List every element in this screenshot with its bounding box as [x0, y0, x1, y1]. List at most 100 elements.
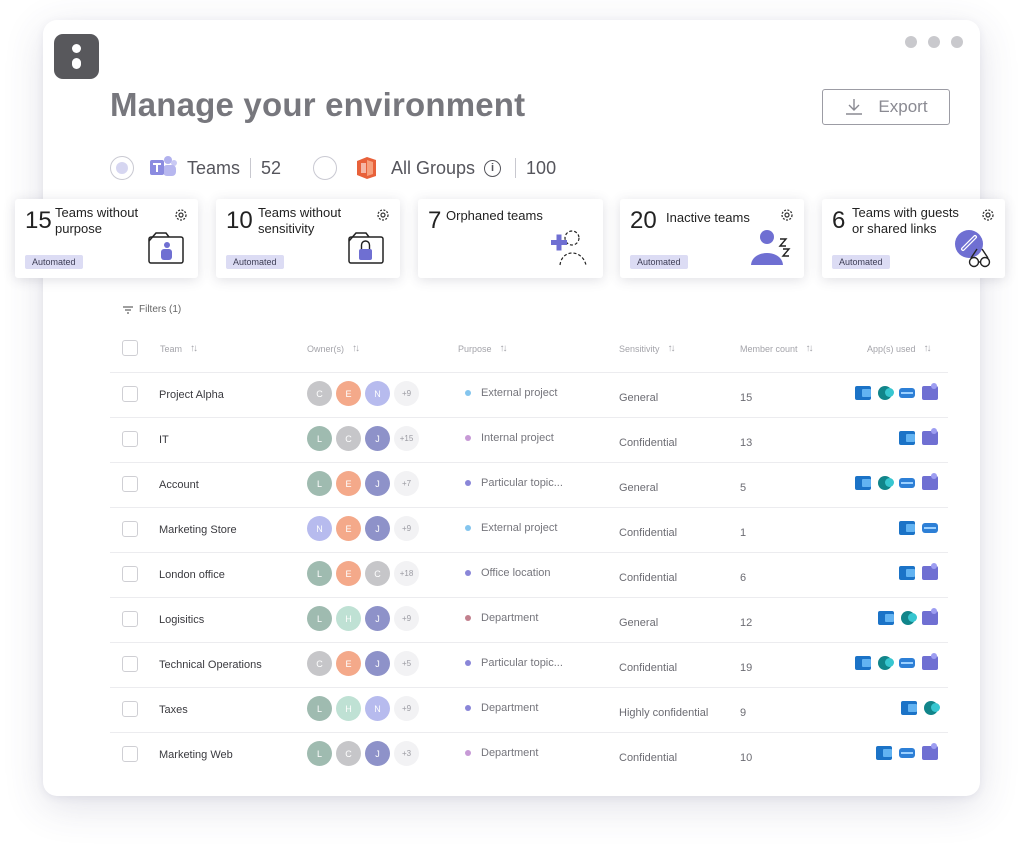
outlook-icon[interactable] — [855, 476, 871, 490]
owner-avatars[interactable]: L C J +3 — [307, 741, 423, 766]
avatar[interactable]: L — [307, 696, 332, 721]
table-row[interactable]: Logisitics L H J +9 Department General 12 — [110, 597, 948, 642]
outlook-icon[interactable] — [901, 701, 917, 715]
team-name[interactable]: Logisitics — [159, 614, 204, 626]
exchange-icon[interactable] — [899, 388, 915, 398]
more-owners-badge[interactable]: +7 — [394, 471, 419, 496]
avatar[interactable]: L — [307, 606, 332, 631]
avatar[interactable]: C — [336, 741, 361, 766]
sort-icon[interactable]: ↑↓ — [190, 343, 198, 354]
column-member-count[interactable]: Member count ↑↓ — [740, 343, 814, 354]
column-owners[interactable]: Owner(s) ↑↓ — [307, 343, 360, 354]
row-checkbox[interactable] — [122, 566, 138, 582]
avatar[interactable]: J — [365, 741, 390, 766]
window-controls[interactable] — [905, 36, 963, 48]
row-checkbox[interactable] — [122, 431, 138, 447]
gear-icon[interactable] — [981, 208, 995, 222]
card-inactive-teams[interactable]: 20 Inactive teams Automated — [620, 199, 804, 278]
row-checkbox[interactable] — [122, 476, 138, 492]
scope-teams[interactable]: Teams 52 — [110, 154, 281, 182]
avatar[interactable]: J — [365, 471, 390, 496]
sort-icon[interactable]: ↑↓ — [352, 343, 360, 354]
sort-icon[interactable]: ↑↓ — [668, 343, 676, 354]
column-sensitivity[interactable]: Sensitivity ↑↓ — [619, 343, 676, 354]
table-row[interactable]: Marketing Web L C J +3 Department Confidential… — [110, 732, 948, 777]
team-name[interactable]: Project Alpha — [159, 389, 224, 401]
avatar[interactable]: E — [336, 516, 361, 541]
outlook-icon[interactable] — [855, 386, 871, 400]
table-row[interactable]: Project Alpha C E N +9 External project Genera… — [110, 372, 948, 417]
sharepoint-icon[interactable] — [924, 701, 940, 715]
team-name[interactable]: Technical Operations — [159, 659, 262, 671]
teams-icon[interactable] — [922, 608, 938, 625]
gear-icon[interactable] — [174, 208, 188, 222]
avatar[interactable]: N — [365, 381, 390, 406]
card-orphaned-teams[interactable]: 7 Orphaned teams — [418, 199, 603, 278]
table-row[interactable]: Technical Operations C E J +5 Particular topi… — [110, 642, 948, 687]
more-owners-badge[interactable]: +18 — [394, 561, 419, 586]
avatar[interactable]: C — [336, 426, 361, 451]
outlook-icon[interactable] — [899, 431, 915, 445]
more-owners-badge[interactable]: +3 — [394, 741, 419, 766]
teams-icon[interactable] — [922, 653, 938, 670]
team-name[interactable]: London office — [159, 569, 225, 581]
avatar[interactable]: H — [336, 606, 361, 631]
team-name[interactable]: Taxes — [159, 704, 188, 716]
scope-all-groups[interactable]: All Groups i 100 — [313, 154, 556, 182]
gear-icon[interactable] — [376, 208, 390, 222]
avatar[interactable]: J — [365, 651, 390, 676]
owner-avatars[interactable]: N E J +9 — [307, 516, 423, 541]
outlook-icon[interactable] — [855, 656, 871, 670]
sharepoint-icon[interactable] — [901, 611, 917, 625]
table-row[interactable]: Marketing Store N E J +9 External project Conf… — [110, 507, 948, 552]
column-apps-used[interactable]: App(s) used ↑↓ — [867, 343, 932, 354]
outlook-icon[interactable] — [899, 521, 915, 535]
more-owners-badge[interactable]: +5 — [394, 651, 419, 676]
team-name[interactable]: Marketing Web — [159, 749, 233, 761]
owner-avatars[interactable]: L C J +15 — [307, 426, 423, 451]
avatar[interactable]: E — [336, 381, 361, 406]
teams-icon[interactable] — [922, 743, 938, 760]
info-icon[interactable]: i — [484, 159, 502, 177]
row-checkbox[interactable] — [122, 746, 138, 762]
avatar[interactable]: E — [336, 651, 361, 676]
more-owners-badge[interactable]: +9 — [394, 696, 419, 721]
sort-icon[interactable]: ↑↓ — [806, 343, 814, 354]
sharepoint-icon[interactable] — [878, 656, 894, 670]
team-name[interactable]: Account — [159, 479, 199, 491]
sort-icon[interactable]: ↑↓ — [924, 343, 932, 354]
teams-icon[interactable] — [922, 473, 938, 490]
more-owners-badge[interactable]: +15 — [394, 426, 419, 451]
team-name[interactable]: Marketing Store — [159, 524, 237, 536]
avatar[interactable]: H — [336, 696, 361, 721]
avatar[interactable]: E — [336, 471, 361, 496]
more-owners-badge[interactable]: +9 — [394, 606, 419, 631]
team-name[interactable]: IT — [159, 434, 169, 446]
card-teams-without-sensitivity[interactable]: 10 Teams without sensitivity Automated — [216, 199, 400, 278]
row-checkbox[interactable] — [122, 386, 138, 402]
avatar[interactable]: L — [307, 561, 332, 586]
avatar[interactable]: C — [307, 381, 332, 406]
owner-avatars[interactable]: L E C +18 — [307, 561, 423, 586]
avatar[interactable]: C — [307, 651, 332, 676]
card-teams-with-guests[interactable]: 6 Teams with guests or shared links Auto… — [822, 199, 1005, 278]
teams-icon[interactable] — [922, 383, 938, 400]
row-checkbox[interactable] — [122, 701, 138, 717]
avatar[interactable]: L — [307, 471, 332, 496]
exchange-icon[interactable] — [922, 523, 938, 533]
owner-avatars[interactable]: C E N +9 — [307, 381, 423, 406]
filters-button[interactable]: Filters (1) — [122, 304, 181, 315]
teams-radio[interactable] — [110, 156, 134, 180]
exchange-icon[interactable] — [899, 748, 915, 758]
avatar[interactable]: L — [307, 426, 332, 451]
gear-icon[interactable] — [780, 208, 794, 222]
more-owners-badge[interactable]: +9 — [394, 516, 419, 541]
export-button[interactable]: Export — [822, 89, 950, 125]
more-owners-badge[interactable]: +9 — [394, 381, 419, 406]
select-all-checkbox[interactable] — [122, 340, 138, 356]
avatar[interactable]: N — [365, 696, 390, 721]
sort-icon[interactable]: ↑↓ — [500, 343, 508, 354]
table-row[interactable]: Account L E J +7 Particular topic... General 5 — [110, 462, 948, 507]
column-team[interactable]: Team ↑↓ — [160, 343, 198, 354]
owner-avatars[interactable]: L H N +9 — [307, 696, 423, 721]
